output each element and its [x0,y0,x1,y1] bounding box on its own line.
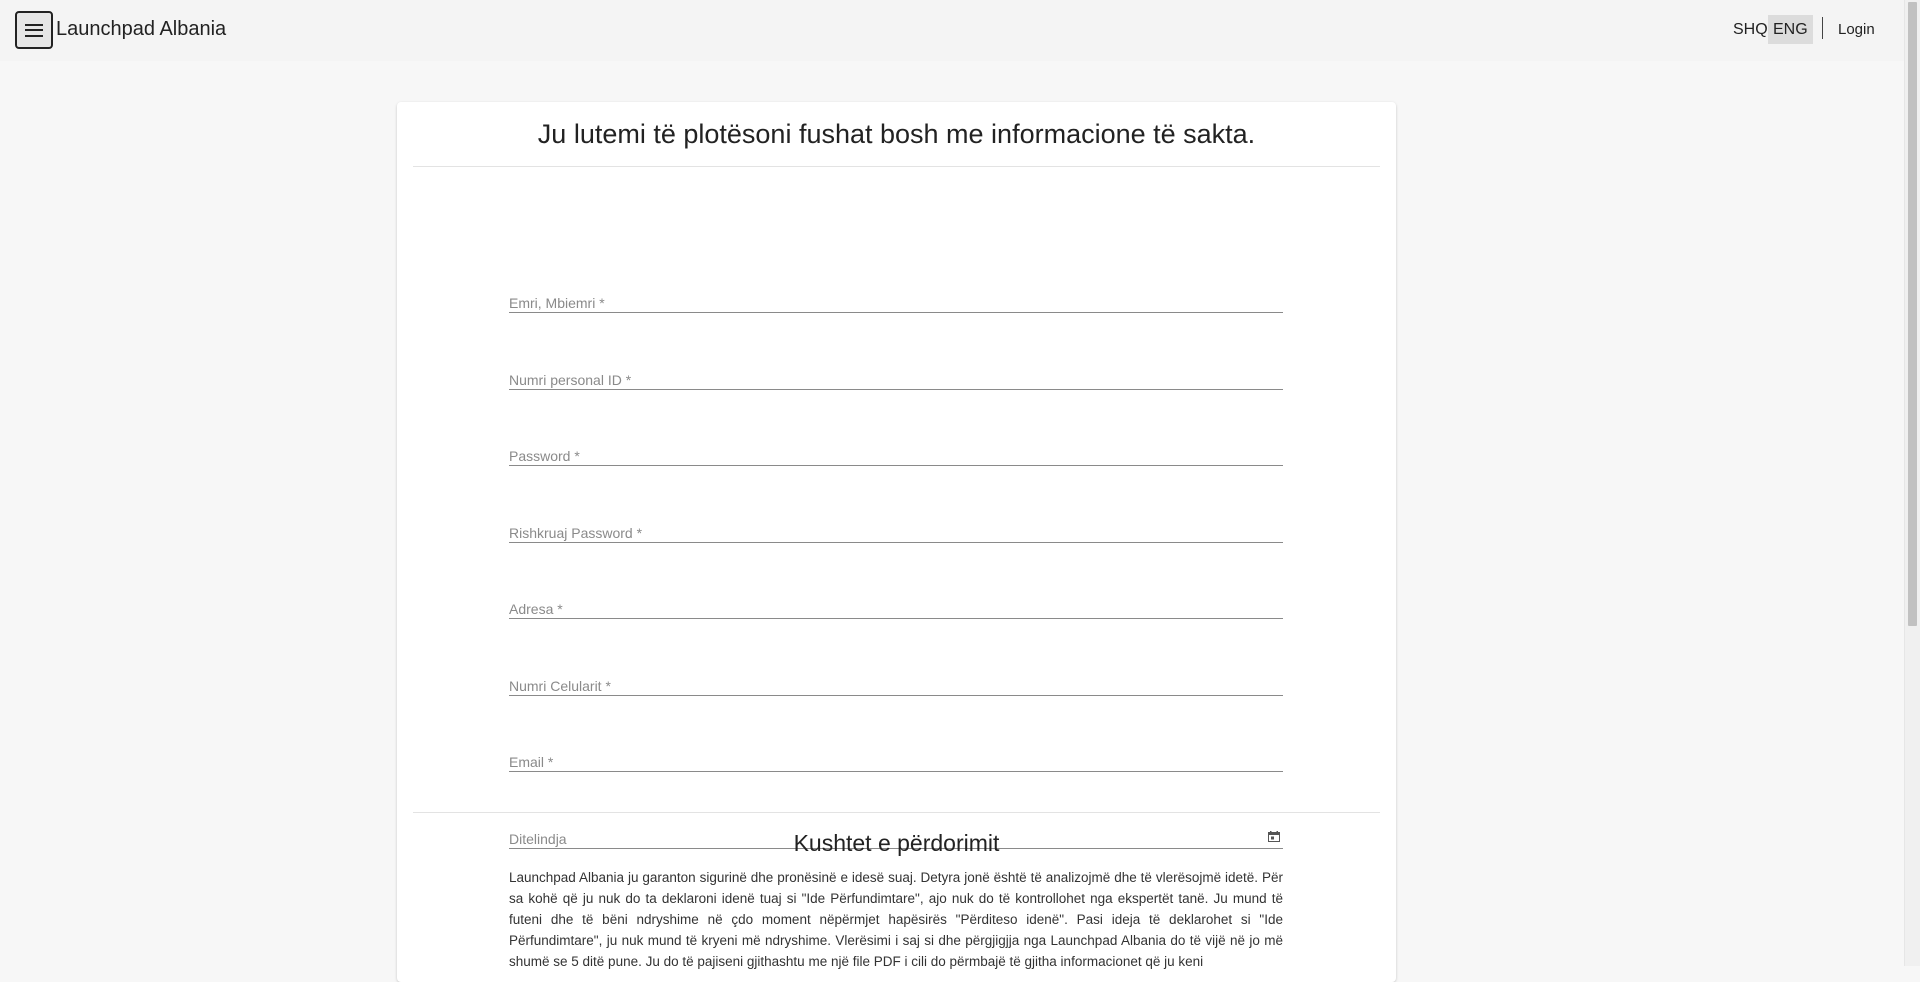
personal-id-field[interactable] [509,359,1283,390]
phone-field[interactable] [509,665,1283,696]
address-input[interactable] [509,601,1283,617]
language-eng-button[interactable]: ENG [1768,15,1813,44]
registration-card: Ju lutemi të plotësoni fushat bosh me in… [397,102,1396,982]
password-input[interactable] [509,448,1283,464]
language-shq-button[interactable]: SHQ [1729,15,1772,44]
scrollbar-thumb[interactable] [1908,2,1917,626]
email-field[interactable] [509,741,1283,772]
brand-title[interactable]: Launchpad Albania [56,18,226,41]
confirm-password-field[interactable] [509,512,1283,543]
full-name-field[interactable] [509,282,1283,313]
phone-input[interactable] [509,678,1283,694]
terms-title: Kushtet e përdorimit [793,830,1000,856]
app-bar: Launchpad Albania SHQ ENG Login [0,0,1904,61]
page-scrollbar[interactable] [1904,0,1920,966]
form-title: Ju lutemi të plotësoni fushat bosh me in… [537,119,1256,149]
terms-text: Launchpad Albania ju garanton sigurinë d… [509,870,1283,969]
title-divider [413,166,1380,167]
email-input[interactable] [509,754,1283,770]
menu-button[interactable] [15,11,53,49]
password-field[interactable] [509,435,1283,466]
personal-id-input[interactable] [509,372,1283,388]
login-link[interactable]: Login [1838,21,1875,38]
header-divider [1822,17,1823,39]
full-name-input[interactable] [509,295,1283,311]
hamburger-icon [25,23,43,37]
confirm-password-input[interactable] [509,525,1283,541]
address-field[interactable] [509,588,1283,619]
terms-divider [413,812,1380,813]
